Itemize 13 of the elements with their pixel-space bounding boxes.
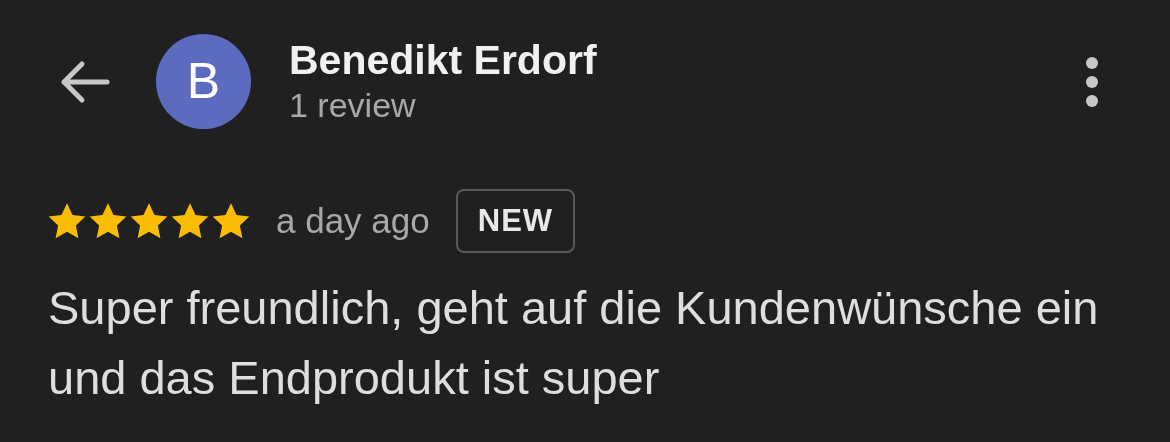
star-icon: [130, 202, 168, 240]
review-count: 1 review: [289, 86, 417, 124]
back-arrow-icon: [60, 59, 110, 104]
star-icon: [171, 202, 209, 240]
star-icon: [48, 202, 86, 240]
star-icon: [89, 202, 127, 240]
star-icon: [212, 202, 250, 240]
review-text: Super freundlich, geht auf die Kundenwünsche ein und das Endprodukt ist super: [48, 280, 1100, 406]
avatar: B: [156, 34, 251, 129]
more-options-icon: [1085, 55, 1099, 108]
reviewer-name: Benedikt Erdorf: [289, 36, 597, 85]
review-time: a day ago: [276, 199, 430, 242]
new-badge: NEW: [455, 189, 576, 253]
